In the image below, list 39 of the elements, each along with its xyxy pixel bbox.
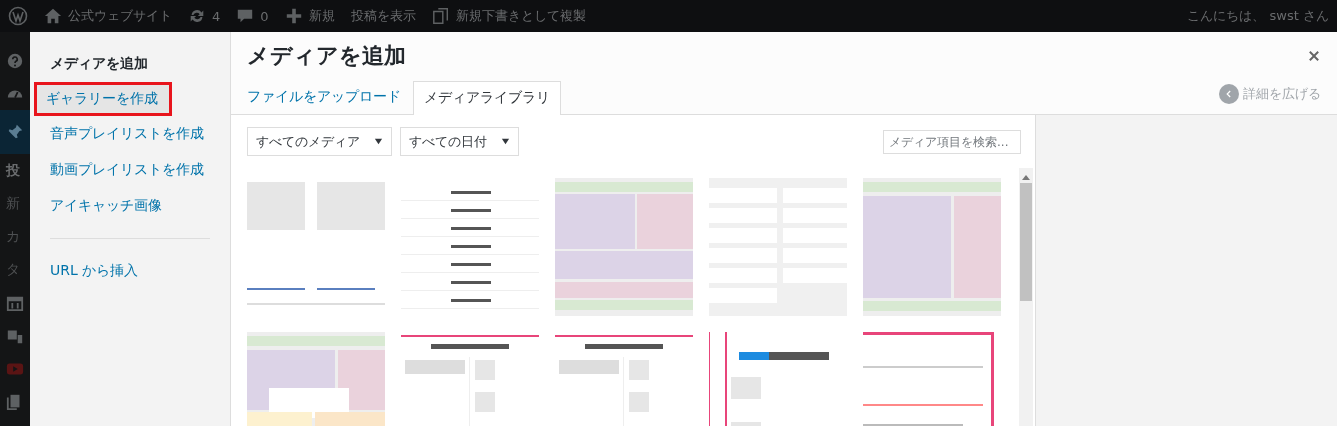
search-field[interactable]: メディア項目を検索... — [883, 129, 1021, 154]
site-link[interactable]: 公式ウェブサイト — [68, 7, 172, 25]
menu-item[interactable]: カ — [0, 227, 30, 246]
tab[interactable]: ファイルをアップロード — [247, 81, 409, 114]
expand-details-button[interactable]: 詳細を広げる — [1219, 84, 1321, 104]
help-icon[interactable] — [6, 51, 24, 70]
menu-item[interactable]: 投 — [0, 161, 30, 180]
refresh-icon[interactable] — [188, 7, 206, 25]
menu-item[interactable]: 新 — [0, 194, 30, 213]
tab[interactable]: メディアライブラリ — [413, 81, 561, 115]
comment-count[interactable]: 0 — [260, 8, 269, 24]
duplicate-link[interactable]: 新規下書きとして複製 — [455, 7, 586, 25]
scrollbar[interactable] — [1019, 168, 1033, 426]
pin-icon — [6, 123, 24, 141]
menu-item[interactable]: タ — [0, 260, 30, 279]
menu-link[interactable]: メディアを追加 — [30, 48, 230, 80]
menu-link[interactable]: 音声プレイリストを作成 — [30, 118, 230, 150]
menu-link[interactable]: 動画プレイリストを作成 — [30, 154, 230, 186]
menu-link[interactable]: アイキャッチ画像 — [30, 190, 230, 222]
modal-title: メディアを追加 — [247, 42, 406, 70]
filter-dropdown[interactable]: すべての日付 — [400, 127, 519, 156]
media-thumbnail[interactable] — [863, 178, 1001, 316]
update-count[interactable]: 4 — [212, 8, 221, 24]
home-icon[interactable] — [44, 7, 62, 25]
chevron-left-icon[interactable] — [1219, 84, 1239, 104]
dropdown-arrow-icon[interactable] — [501, 137, 510, 146]
copy-icon[interactable] — [431, 7, 450, 25]
menu-item[interactable] — [0, 110, 30, 154]
menu-link[interactable]: ギャラリーを作成 — [34, 82, 172, 116]
new-link[interactable]: 新規 — [308, 7, 335, 25]
view-post-link[interactable]: 投稿を表示 — [350, 7, 416, 25]
wordpress-logo-icon[interactable] — [8, 6, 28, 26]
greeting-link[interactable]: こんにちは、 swst さん — [1187, 7, 1337, 25]
dropdown-arrow-icon[interactable] — [374, 137, 383, 146]
plus-icon[interactable] — [284, 7, 303, 25]
close-icon[interactable] — [1307, 49, 1321, 63]
filter-dropdown[interactable]: すべてのメディア — [247, 127, 392, 156]
menu-link[interactable]: URL から挿入 — [30, 255, 230, 287]
media-thumbnail[interactable] — [555, 178, 693, 316]
